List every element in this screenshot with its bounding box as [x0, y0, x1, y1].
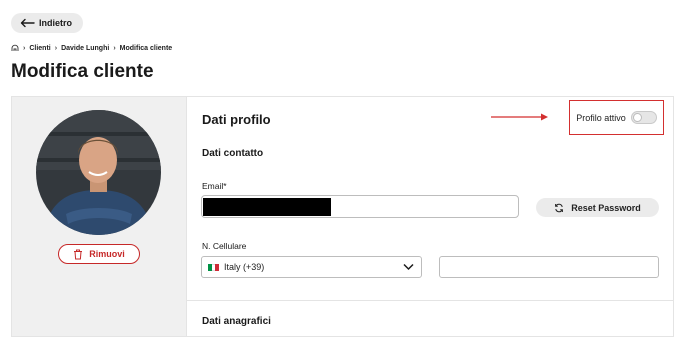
email-label: Email* — [202, 181, 227, 191]
home-icon[interactable] — [11, 44, 19, 52]
reset-password-label: Reset Password — [571, 202, 641, 213]
arrow-left-icon — [20, 18, 35, 28]
chevron-right-icon: › — [113, 44, 116, 52]
breadcrumb-current: Modifica cliente — [119, 44, 173, 52]
country-code-select[interactable]: Italy (+39) — [201, 256, 422, 278]
avatar — [36, 110, 161, 235]
section-divider — [187, 300, 673, 301]
profile-section-title: Dati profilo — [202, 112, 271, 127]
profile-active-toggle[interactable] — [630, 111, 657, 124]
phone-number-field[interactable] — [439, 256, 659, 278]
breadcrumb-customer[interactable]: Davide Lunghi — [61, 45, 109, 52]
chevron-right-icon: › — [54, 44, 58, 52]
reset-password-button[interactable]: Reset Password — [536, 198, 659, 217]
arrow-right-icon — [491, 113, 548, 121]
refresh-icon — [555, 203, 564, 212]
page-title: Modifica cliente — [11, 61, 154, 82]
trash-icon — [74, 249, 83, 259]
remove-avatar-label: Rimuovi — [89, 249, 125, 259]
email-redaction — [203, 198, 331, 216]
contact-section-title: Dati contatto — [202, 148, 264, 159]
back-button-label: Indietro — [39, 18, 72, 28]
back-button[interactable]: Indietro — [11, 13, 83, 33]
profile-active-highlight: Profilo attivo — [569, 100, 664, 135]
breadcrumb-clienti[interactable]: Clienti — [29, 45, 50, 52]
phone-label: N. Cellulare — [202, 241, 247, 251]
italy-flag-icon — [208, 263, 220, 271]
chevron-right-icon: › — [23, 44, 26, 52]
anagraphic-section-title: Dati anagrafici — [202, 316, 271, 327]
avatar-photo — [36, 110, 161, 235]
breadcrumb: › Clienti › Davide Lunghi › Modifica cli… — [11, 43, 172, 53]
chevron-down-icon — [403, 263, 414, 271]
profile-active-label: Profilo attivo — [576, 112, 626, 123]
toggle-knob — [632, 113, 642, 122]
remove-avatar-button[interactable]: Rimuovi — [58, 244, 140, 264]
country-code-value: Italy (+39) — [224, 262, 265, 272]
